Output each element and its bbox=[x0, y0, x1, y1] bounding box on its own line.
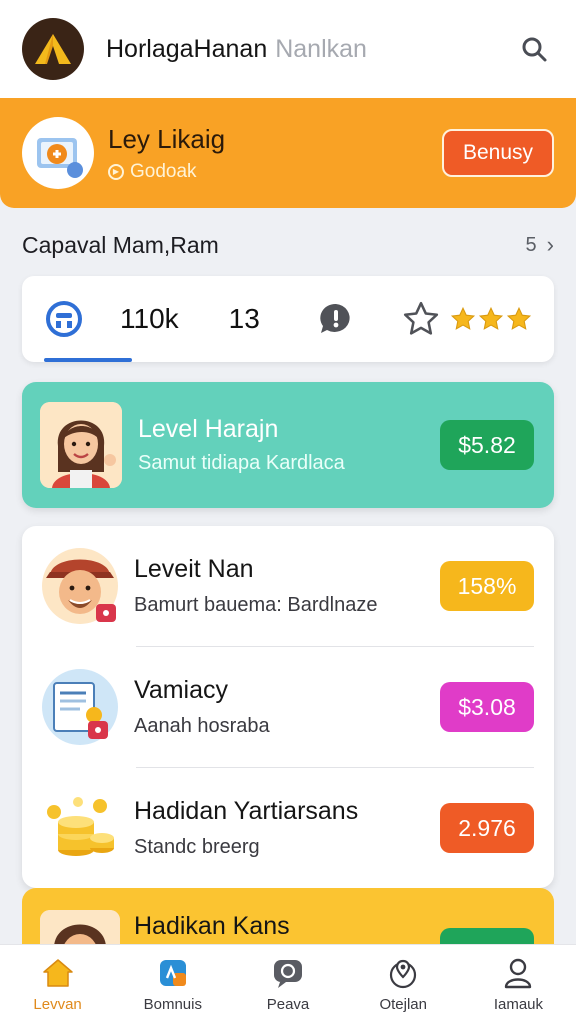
star-filled-icon bbox=[506, 306, 532, 330]
dashboard-icon[interactable] bbox=[44, 299, 84, 339]
app-title-main: HorlagaHanan bbox=[106, 34, 268, 63]
nav-item-bonus[interactable]: Bomnuis bbox=[115, 945, 230, 1024]
level-card[interactable]: Level Harajn Samut tidiapa Kardlaca $5.8… bbox=[22, 382, 554, 508]
nav-label: Peava bbox=[266, 996, 310, 1013]
list-item[interactable]: Leveit Nan Bamurt bauema: Bardlnaze 158% bbox=[22, 526, 554, 646]
play-circle-icon: ▶ bbox=[108, 163, 124, 180]
stats-bar: 110k 13 bbox=[22, 276, 554, 362]
promo-banner[interactable]: Ley Likaig ▶ Godoak Benusy bbox=[0, 98, 576, 208]
list-item-title: Leveit Nan bbox=[134, 555, 254, 583]
list-item[interactable]: Vamiacy Aanah hosraba $3.08 bbox=[22, 647, 554, 767]
tent-icon bbox=[35, 34, 71, 64]
nav-item-location[interactable]: Otejlan bbox=[346, 945, 461, 1024]
nav-item-chat[interactable]: Peava bbox=[230, 945, 345, 1024]
section-header[interactable]: Capaval Mam,Ram 5 › bbox=[22, 228, 554, 262]
bottom-nav: Levvan Bomnuis Peava Otejlan Iamauk bbox=[0, 944, 576, 1024]
list-item-title: Hadidan Yartiarsans bbox=[134, 797, 359, 825]
bonus-button[interactable]: Benusy bbox=[442, 129, 554, 177]
list-item[interactable]: Hadidan Yartiarsans Standc breerg 2.976 bbox=[22, 768, 554, 888]
promo-avatar bbox=[22, 117, 94, 189]
section-title: Capaval Mam,Ram bbox=[22, 231, 219, 258]
list-item-subtitle: Aanah hosraba bbox=[134, 715, 270, 737]
man-avatar-icon bbox=[40, 546, 120, 626]
woman-avatar-icon bbox=[40, 402, 122, 488]
coins-icon bbox=[40, 788, 120, 868]
promo-subtitle-text: Godoak bbox=[130, 160, 197, 182]
promo-title: Ley Likaig bbox=[108, 123, 226, 154]
stat-views: 110k bbox=[120, 303, 179, 334]
section-count: 5 bbox=[525, 233, 537, 256]
alert-bubble-icon[interactable] bbox=[318, 301, 354, 337]
star-filled-icon bbox=[450, 306, 476, 330]
nav-label: Bomnuis bbox=[143, 996, 202, 1013]
nav-label: Otejlan bbox=[379, 996, 427, 1013]
list-item-subtitle: Bamurt bauema: Bardlnaze bbox=[134, 594, 378, 616]
rating-stars bbox=[402, 300, 532, 338]
level-subtitle: Samut tidiapa Kardlaca bbox=[138, 452, 345, 474]
home-icon bbox=[41, 956, 75, 990]
document-icon bbox=[40, 667, 120, 747]
list-item-badge[interactable]: 2.976 bbox=[440, 803, 534, 853]
promo-subtitle: ▶ Godoak bbox=[108, 161, 225, 183]
nav-label: Levvan bbox=[33, 996, 82, 1013]
user-icon bbox=[501, 956, 535, 990]
star-filled-icon bbox=[478, 306, 504, 330]
avatar bbox=[40, 402, 122, 488]
star-outline-icon[interactable] bbox=[402, 300, 440, 338]
level-title: Level Harajn bbox=[138, 415, 279, 443]
nav-item-home[interactable]: Levvan bbox=[0, 945, 115, 1024]
search-icon bbox=[522, 37, 547, 62]
level-amount-badge[interactable]: $5.82 bbox=[440, 420, 534, 470]
reward-box-icon bbox=[37, 138, 83, 178]
nav-label: Iamauk bbox=[493, 996, 544, 1013]
location-pin-icon bbox=[386, 956, 420, 990]
bonus-app-icon bbox=[156, 956, 190, 990]
list-item-badge[interactable]: $3.08 bbox=[440, 682, 534, 732]
search-button[interactable] bbox=[514, 29, 554, 69]
app-logo[interactable] bbox=[22, 18, 84, 80]
peek-title: Hadikan Kans bbox=[134, 912, 290, 940]
list-item-badge[interactable]: 158% bbox=[440, 561, 534, 611]
list-item-title: Vamiacy bbox=[134, 676, 229, 704]
app-title-secondary: Nanlkan bbox=[275, 34, 367, 63]
app-title: HorlagaHanan Nanlkan bbox=[106, 35, 367, 64]
list-card: Leveit Nan Bamurt bauema: Bardlnaze 158%… bbox=[22, 526, 554, 888]
stat-count: 13 bbox=[228, 303, 260, 334]
nav-item-profile[interactable]: Iamauk bbox=[461, 945, 576, 1024]
top-bar: HorlagaHanan Nanlkan bbox=[0, 0, 576, 98]
list-item-subtitle: Standc breerg bbox=[134, 836, 260, 858]
chevron-right-icon[interactable]: › bbox=[547, 232, 554, 258]
chat-bubble-icon bbox=[271, 956, 305, 990]
active-tab-indicator bbox=[44, 358, 132, 362]
